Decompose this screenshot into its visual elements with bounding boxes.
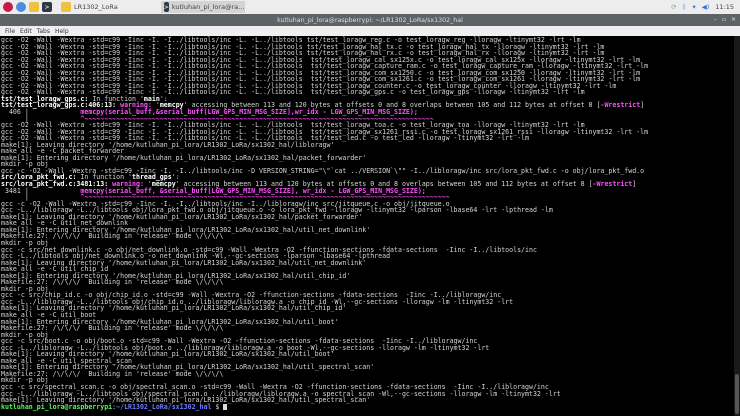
- volume-icon[interactable]: ◀): [702, 3, 710, 11]
- text-cursor: [223, 403, 228, 410]
- taskbar-window-file-manager[interactable]: LR1302_LoRa: [58, 1, 121, 13]
- window-title: kutluhan_pi_lora@raspberrypi: ~/LR1302_L…: [277, 16, 463, 24]
- prompt-symbol: $: [211, 402, 224, 411]
- scrollbar-thumb[interactable]: [735, 374, 739, 414]
- bluetooth-icon[interactable]: ᛒ: [683, 3, 687, 11]
- file-manager-icon[interactable]: [29, 2, 39, 12]
- browser-icon[interactable]: [16, 2, 26, 12]
- wifi-icon[interactable]: ▾: [692, 3, 695, 11]
- terminal-icon[interactable]: >: [42, 2, 52, 12]
- taskbar-window-label: LR1302_LoRa: [74, 3, 118, 11]
- close-icon[interactable]: ✕: [731, 16, 736, 23]
- prompt-path: ~/LR1302_LoRa/sx1302_hal: [116, 402, 212, 411]
- taskbar: > LR1302_LoRa > kutluhan_pi_lora@ra... ⟳…: [0, 0, 740, 14]
- menu-help[interactable]: Help: [55, 28, 69, 35]
- terminal-output[interactable]: gcc -O2 -Wall -Wextra -std=c99 -Iinc -I.…: [0, 36, 734, 416]
- terminal-icon: >: [163, 2, 169, 12]
- update-icon[interactable]: ⟳: [671, 3, 676, 11]
- window-titlebar[interactable]: kutluhan_pi_lora@raspberrypi: ~/LR1302_L…: [0, 14, 740, 26]
- minimize-icon[interactable]: –: [714, 16, 717, 23]
- menu-bar: File Edit Tabs Help: [0, 26, 740, 36]
- terminal-text: -Wrestrict: [592, 180, 633, 189]
- terminal-text: ]: [640, 101, 645, 110]
- raspberry-menu-icon[interactable]: [3, 2, 13, 12]
- system-tray: ⟳ ᛒ ▾ ◀) 11:15: [671, 3, 740, 11]
- taskbar-window-label: kutluhan_pi_lora@ra...: [171, 3, 245, 11]
- terminal-text: -Wrestrict: [600, 101, 641, 110]
- menu-tabs[interactable]: Tabs: [37, 28, 50, 35]
- taskbar-window-terminal[interactable]: > kutluhan_pi_lora@ra...: [160, 1, 245, 13]
- terminal-text: ]: [632, 180, 637, 189]
- clock[interactable]: 11:15: [715, 3, 734, 11]
- menu-edit[interactable]: Edit: [20, 28, 32, 35]
- menu-file[interactable]: File: [5, 28, 15, 35]
- prompt-user: kutluhan_pi_lora@raspberrypi: [1, 402, 113, 411]
- terminal-text: make[1]: Entering directory '/home/kutlu…: [1, 153, 367, 162]
- folder-icon: [61, 2, 71, 12]
- shell-prompt[interactable]: kutluhan_pi_lora@raspberrypi:~/LR1302_Lo…: [1, 402, 734, 411]
- terminal-scrollbar[interactable]: [734, 36, 740, 416]
- maximize-icon[interactable]: ▫: [722, 16, 726, 23]
